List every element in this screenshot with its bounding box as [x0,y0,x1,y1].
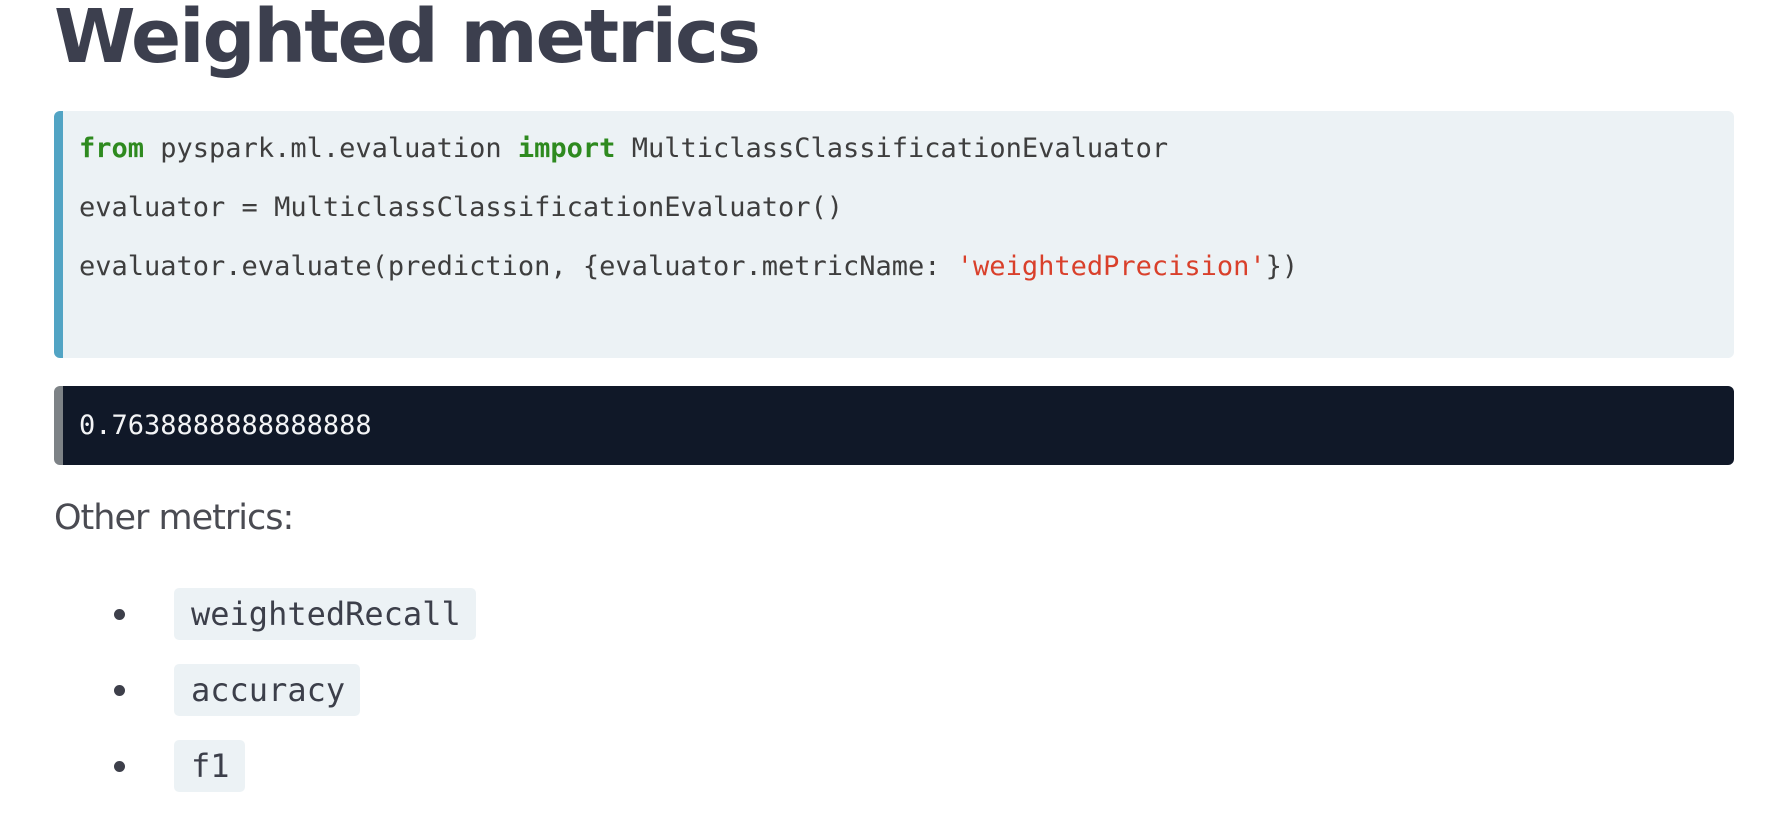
code-line-import: from pyspark.ml.evaluation import Multic… [79,133,1734,164]
code-line-gap [79,223,1734,251]
code-evaluate-prefix: evaluator.evaluate(prediction, {evaluato… [79,251,957,282]
metric-code: weightedRecall [174,588,476,640]
bullet-icon [114,685,125,696]
bullet-icon [114,761,125,772]
keyword-import: import [517,133,616,164]
keyword-from: from [79,133,145,164]
document: Weighted metrics from pyspark.ml.evaluat… [54,0,1734,792]
code-evaluate-suffix: }) [1265,251,1299,282]
code-line-evaluator: evaluator = MulticlassClassificationEval… [79,192,844,223]
code-block[interactable]: from pyspark.ml.evaluation import Multic… [54,111,1734,358]
list-item: f1 [54,740,476,792]
bullet-icon [114,609,125,620]
output-block[interactable]: 0.7638888888888888 [54,386,1734,465]
metric-code: f1 [174,740,245,792]
metrics-list: weightedRecall accuracy f1 [54,588,476,816]
code-module: pyspark.ml.evaluation [144,133,518,164]
list-item: weightedRecall [54,588,476,640]
code-class-name: MulticlassClassificationEvaluator [615,133,1169,164]
code-string-literal: 'weightedPrecision' [956,251,1266,282]
code-line-evaluate: evaluator.evaluate(prediction, {evaluato… [79,251,1734,282]
other-metrics-label: Other metrics: [54,498,294,538]
page-title: Weighted metrics [54,0,761,80]
metric-code: accuracy [174,664,361,716]
list-item: accuracy [54,664,476,716]
